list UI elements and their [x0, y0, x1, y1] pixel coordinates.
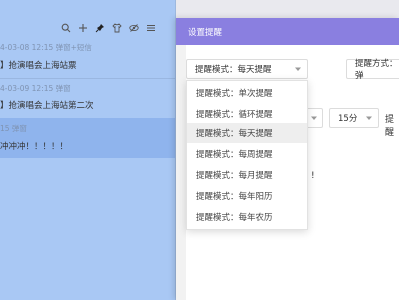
list-toolbar [60, 22, 157, 36]
partial-label: 提醒 [385, 115, 395, 138]
dialog-header: 设置提醒 [176, 18, 399, 45]
dropdown-option[interactable]: 提醒模式：单次提醒 [187, 83, 307, 103]
pin-icon[interactable] [94, 22, 106, 34]
dialog-title: 设置提醒 [188, 27, 223, 38]
option-label: 提醒模式：单次提醒 [196, 89, 273, 99]
option-label: 提醒模式：每年农历 [196, 213, 273, 223]
reminder-method-label: 提醒方式：弹 [355, 59, 398, 81]
dropdown-option[interactable]: 提醒模式：循环提醒 [187, 104, 307, 124]
dropdown-option[interactable]: 提醒模式：每周提醒 [187, 144, 307, 164]
reminder-mode-select[interactable]: 提醒模式：每天提醒 [186, 59, 308, 79]
minute-select[interactable]: 15分 [329, 108, 379, 128]
list-item[interactable]: 4-03-08 12:15 弹窗+短信 】抢演唱会上海站票 [0, 38, 175, 78]
option-label: 提醒模式：每月提醒 [196, 171, 273, 181]
option-label: 提醒模式：循环提醒 [196, 110, 273, 120]
note-title: 冲冲冲！！！！！ [0, 142, 69, 152]
note-meta: 4-03-09 12:15 弹窗 [0, 84, 71, 93]
reminder-mode-dropdown: 提醒模式：单次提醒 提醒模式：循环提醒 提醒模式：每天提醒 提醒模式：每周提醒 … [186, 80, 308, 230]
note-meta: 4-03-08 12:15 弹窗+短信 [0, 43, 92, 52]
option-label: 提醒模式：每周提醒 [196, 150, 273, 160]
note-meta: 15 弹窗 [0, 124, 27, 133]
menu-icon[interactable] [145, 22, 157, 34]
dropdown-option-highlighted[interactable]: 提醒模式：每天提醒 [187, 123, 307, 143]
minute-value: 15分 [338, 114, 358, 124]
plus-icon[interactable] [77, 22, 89, 34]
eye-icon[interactable] [128, 22, 140, 34]
note-list-panel: 4-03-08 12:15 弹窗+短信 】抢演唱会上海站票 4-03-09 12… [0, 0, 176, 300]
chevron-down-icon [311, 116, 317, 120]
note-title: 】抢演唱会上海站第二次 [0, 101, 94, 111]
option-label: 提醒模式：每年阳历 [196, 192, 273, 202]
list-item[interactable]: 4-03-09 12:15 弹窗 】抢演唱会上海站第二次 [0, 79, 175, 117]
option-label: 提醒模式：每天提醒 [196, 129, 273, 139]
note-preview-text: ! [311, 171, 315, 181]
reminder-mode-value: 提醒模式：每天提醒 [195, 65, 272, 75]
dropdown-option[interactable]: 提醒模式：每月提醒 [187, 165, 307, 185]
chevron-down-icon [366, 116, 372, 120]
note-title: 】抢演唱会上海站票 [0, 61, 77, 71]
chevron-down-icon [295, 67, 301, 71]
reminder-method-select[interactable]: 提醒方式：弹 [346, 59, 399, 81]
dropdown-option[interactable]: 提醒模式：每年农历 [187, 207, 307, 227]
dropdown-option[interactable]: 提醒模式：每年阳历 [187, 186, 307, 206]
search-icon[interactable] [60, 22, 72, 34]
list-item-selected[interactable]: 15 弹窗 冲冲冲！！！！！ [0, 118, 175, 158]
shirt-icon[interactable] [111, 22, 123, 34]
